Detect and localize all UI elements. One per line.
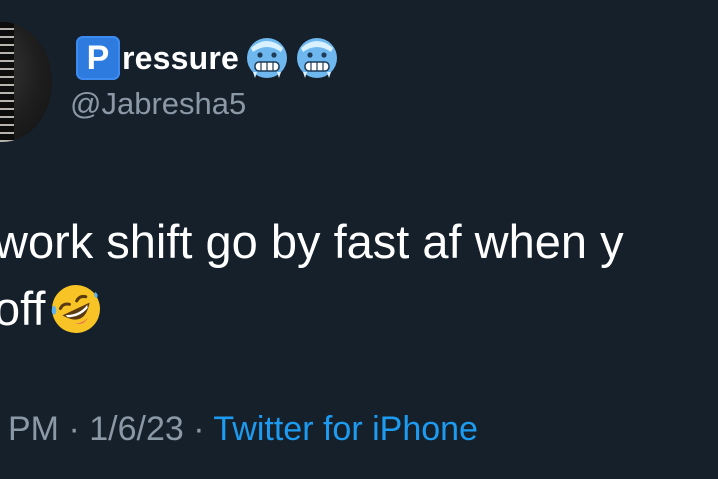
tweet-date[interactable]: 1/6/23 — [89, 410, 184, 448]
tweet-card: P ressure @Jabresha5 work shift go by fa… — [0, 0, 718, 479]
avatar[interactable] — [0, 22, 52, 142]
user-handle[interactable]: @Jabresha5 — [70, 86, 246, 122]
cold-face-emoji-icon — [297, 38, 338, 78]
tweet-source-link[interactable]: Twitter for iPhone — [213, 410, 478, 448]
badge-letter: P — [86, 39, 110, 77]
meta-separator: · — [193, 410, 205, 448]
p-letter-badge-icon: P — [76, 36, 120, 80]
tweet-text-line-2: off — [0, 282, 46, 335]
meta-separator: · — [68, 410, 80, 448]
display-name[interactable]: P ressure — [76, 34, 339, 82]
display-name-text: ressure — [122, 39, 240, 76]
tweet-time[interactable]: PM — [8, 410, 59, 448]
tweet-metadata: PM · 1/6/23 · Twitter for iPhone — [8, 410, 478, 449]
rolling-on-floor-laughing-emoji-icon — [52, 284, 101, 333]
tweet-text-line-2-row: off — [0, 275, 624, 342]
tweet-text-line-1: work shift go by fast af when y — [0, 215, 624, 268]
avatar-hair — [0, 22, 14, 142]
cold-face-emoji-icon — [247, 38, 288, 78]
tweet-body: work shift go by fast af when y off — [0, 208, 624, 342]
